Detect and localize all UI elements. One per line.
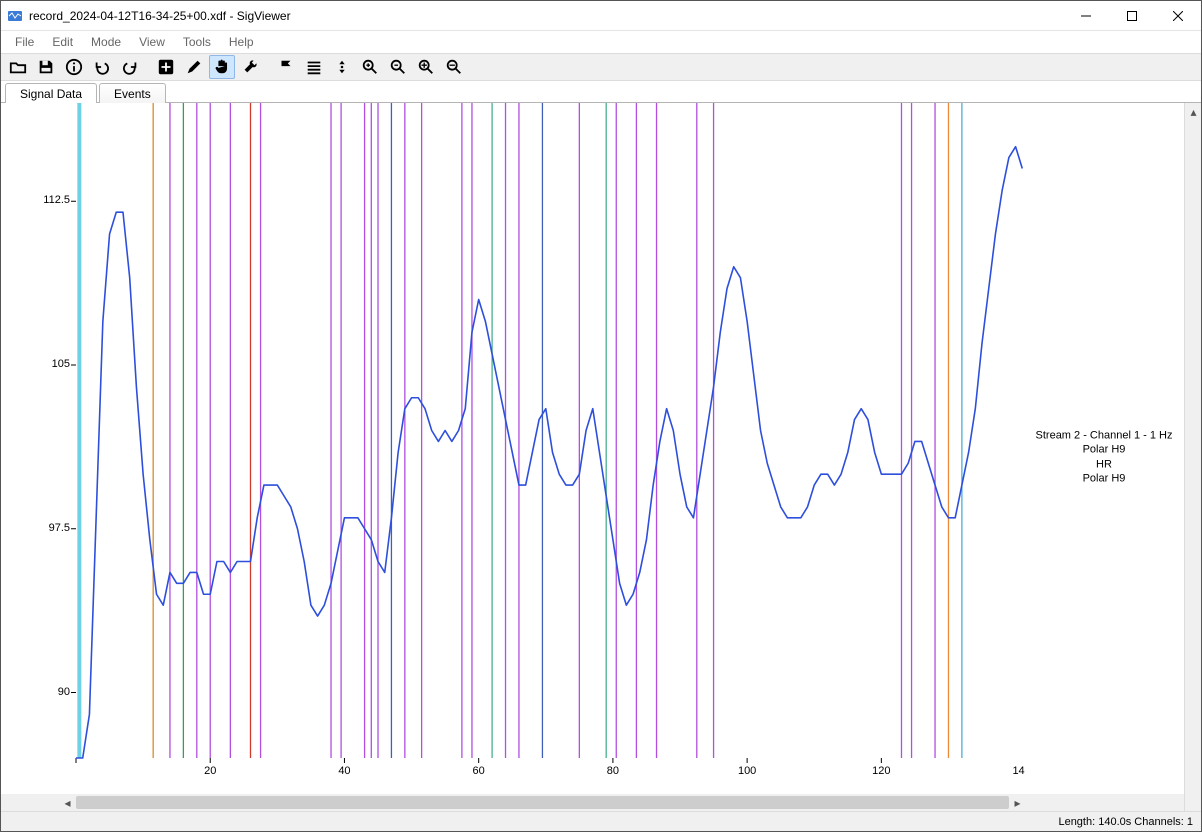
x-tick-label: 40 [338,765,350,777]
app-icon [7,8,23,24]
settings-button[interactable] [237,55,263,79]
scroll-left-icon[interactable]: ◂ [59,794,76,811]
scroll-up-icon[interactable]: ▴ [1185,103,1201,120]
info-button[interactable] [61,55,87,79]
statusbar: Length: 140.0s Channels: 1 [1,811,1201,831]
menu-file[interactable]: File [7,33,44,51]
undo-button[interactable] [89,55,115,79]
flag-button[interactable] [273,55,299,79]
x-tick-label: 14 [1012,765,1024,777]
menu-edit[interactable]: Edit [44,33,83,51]
app-window: record_2024-04-12T16-34-25+00.xdf - SigV… [0,0,1202,832]
vertical-scrollbar[interactable]: ▴ [1184,103,1201,811]
tab-signal-data[interactable]: Signal Data [5,83,97,103]
minimize-button[interactable] [1063,1,1109,30]
redo-button[interactable] [117,55,143,79]
menubar: File Edit Mode View Tools Help [1,31,1201,53]
add-event-button[interactable] [153,55,179,79]
window-controls [1063,1,1201,30]
scroll-right-icon[interactable]: ▸ [1009,794,1026,811]
zoom-out-h-button[interactable] [385,55,411,79]
channel-info-line3: HR [1029,457,1179,471]
maximize-button[interactable] [1109,1,1155,30]
x-tick-label: 80 [607,765,619,777]
menu-tools[interactable]: Tools [175,33,221,51]
menu-help[interactable]: Help [221,33,264,51]
pan-button[interactable] [209,55,235,79]
status-text: Length: 140.0s Channels: 1 [1058,816,1193,828]
channel-info-line4: Polar H9 [1029,471,1179,485]
zoom-in-h-button[interactable] [357,55,383,79]
zoom-out-v-button[interactable] [441,55,467,79]
x-tick-label: 20 [204,765,216,777]
list-button[interactable] [301,55,327,79]
edit-button[interactable] [181,55,207,79]
menu-mode[interactable]: Mode [83,33,131,51]
x-tick-label: 100 [738,765,756,777]
y-tick-label: 105 [24,358,70,370]
horizontal-scrollbar[interactable]: ◂ ▸ [1,794,1184,811]
y-tick-label: 97.5 [24,522,70,534]
tab-events[interactable]: Events [99,83,166,103]
channel-info-label: Stream 2 - Channel 1 - 1 Hz Polar H9 HR … [1029,428,1179,485]
fit-vertical-button[interactable] [329,55,355,79]
tabs: Signal Data Events [1,81,1201,103]
toolbar [1,53,1201,81]
y-tick-label: 90 [24,686,70,698]
scrollbar-thumb[interactable] [76,796,1009,809]
close-button[interactable] [1155,1,1201,30]
signal-plot[interactable] [1,103,1184,793]
x-tick-label: 60 [473,765,485,777]
channel-info-line1: Stream 2 - Channel 1 - 1 Hz [1029,428,1179,442]
window-title: record_2024-04-12T16-34-25+00.xdf - SigV… [29,9,1063,23]
titlebar: record_2024-04-12T16-34-25+00.xdf - SigV… [1,1,1201,31]
plot-area[interactable]: Stream 2 - Channel 1 - 1 Hz Polar H9 HR … [1,103,1201,811]
x-tick-label: 120 [872,765,890,777]
channel-info-line2: Polar H9 [1029,443,1179,457]
scrollbar-track[interactable] [76,794,1009,811]
zoom-in-v-button[interactable] [413,55,439,79]
y-tick-label: 112.5 [24,194,70,206]
open-button[interactable] [5,55,31,79]
save-button[interactable] [33,55,59,79]
menu-view[interactable]: View [131,33,175,51]
